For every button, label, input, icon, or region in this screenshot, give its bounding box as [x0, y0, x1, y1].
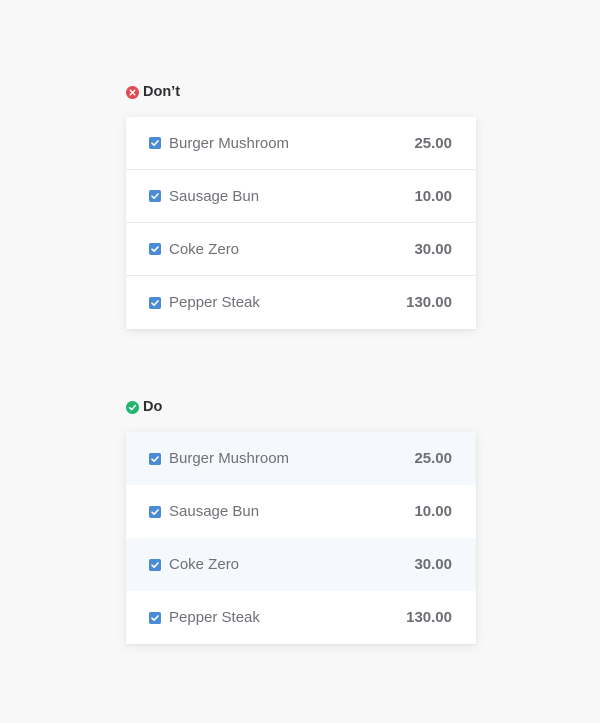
do-example: Do Burger Mushroom 25.00 Sausage Bun 10.… — [126, 397, 476, 644]
item-name: Sausage Bun — [169, 187, 260, 205]
item-name: Pepper Steak — [169, 609, 260, 626]
checkmark-icon — [151, 140, 159, 146]
checkmark-icon — [151, 455, 159, 462]
list-item: Pepper Steak 130.00 — [126, 591, 476, 644]
dont-example: Don’t Burger Mushroom 25.00 Sausage Bun … — [126, 82, 476, 329]
checkmark-icon — [151, 193, 159, 199]
item-checkbox[interactable] — [149, 296, 161, 309]
item-name: Sausage Bun — [169, 503, 260, 520]
item-price: 30.00 — [414, 240, 452, 258]
list-item: Burger Mushroom 25.00 — [126, 432, 476, 485]
list-item: Sausage Bun 10.00 — [126, 485, 476, 538]
checkmark-icon — [151, 561, 159, 568]
checkmark-icon — [151, 246, 159, 252]
item-price: 130.00 — [406, 609, 452, 626]
item-price: 10.00 — [414, 503, 452, 520]
order-list-dividers: Burger Mushroom 25.00 Sausage Bun 10.00 … — [126, 117, 476, 329]
checkmark-icon — [151, 614, 159, 621]
item-name: Coke Zero — [169, 556, 240, 573]
check-circle-icon — [126, 400, 139, 414]
item-price: 25.00 — [414, 450, 452, 467]
do-label: Do — [143, 399, 163, 415]
cross-circle-icon — [126, 85, 139, 99]
checkmark-icon — [151, 299, 159, 306]
do-heading: Do — [126, 397, 476, 417]
item-checkbox[interactable] — [149, 452, 161, 465]
item-checkbox[interactable] — [149, 611, 161, 624]
checkmark-icon — [151, 508, 159, 515]
item-name: Burger Mushroom — [169, 450, 290, 467]
list-item: Coke Zero 30.00 — [126, 538, 476, 591]
item-checkbox[interactable] — [149, 190, 161, 202]
item-name: Coke Zero — [169, 240, 240, 258]
item-price: 10.00 — [414, 187, 452, 205]
item-price: 25.00 — [414, 134, 452, 152]
dont-label: Don’t — [143, 84, 181, 100]
item-checkbox[interactable] — [149, 558, 161, 571]
item-checkbox[interactable] — [149, 243, 161, 255]
dont-heading: Don’t — [126, 82, 476, 102]
item-price: 30.00 — [414, 556, 452, 573]
list-item: Pepper Steak 130.00 — [126, 276, 476, 329]
order-list-striped: Burger Mushroom 25.00 Sausage Bun 10.00 … — [126, 432, 476, 644]
item-name: Pepper Steak — [169, 294, 260, 311]
item-checkbox[interactable] — [149, 505, 161, 518]
list-item: Sausage Bun 10.00 — [126, 170, 476, 223]
item-price: 130.00 — [406, 294, 452, 311]
item-checkbox[interactable] — [149, 137, 161, 149]
list-item: Burger Mushroom 25.00 — [126, 117, 476, 170]
item-name: Burger Mushroom — [169, 134, 290, 152]
list-item: Coke Zero 30.00 — [126, 223, 476, 276]
